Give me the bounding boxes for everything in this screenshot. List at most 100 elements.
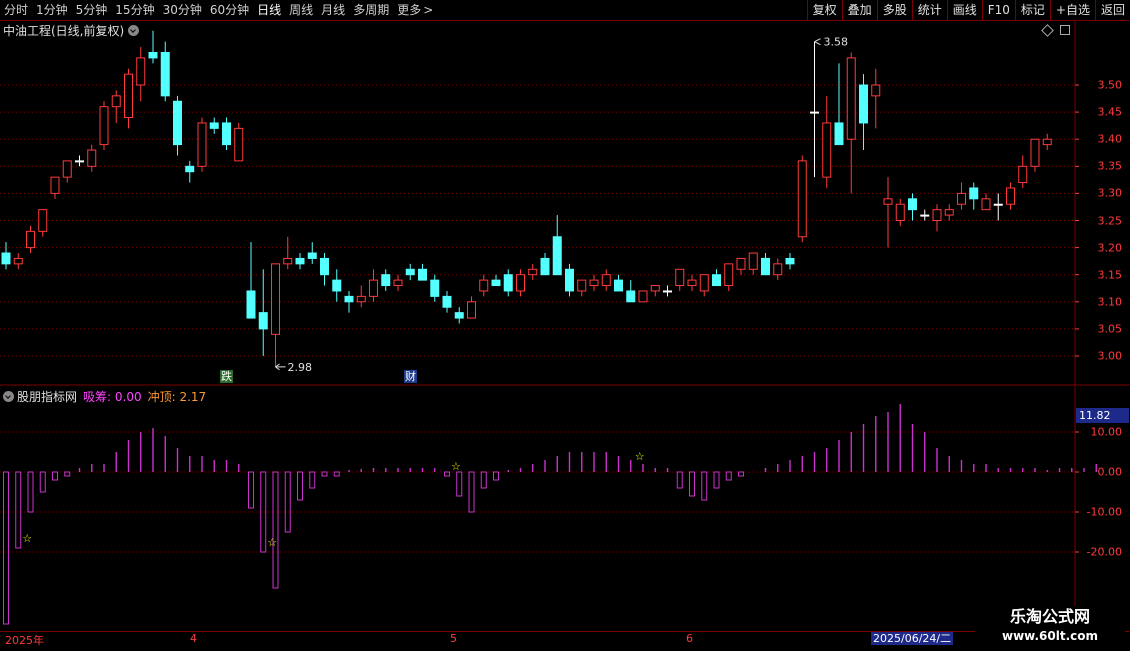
candle-body <box>712 274 721 287</box>
high-price-label: 3.58 <box>824 36 849 49</box>
candle-body <box>454 312 464 319</box>
candle-body <box>442 295 452 308</box>
candle-body <box>724 263 734 287</box>
candle-body <box>222 122 231 146</box>
low-arrow <box>275 363 286 371</box>
indicator-bar <box>456 471 463 497</box>
candle-body <box>932 209 942 222</box>
candle-body <box>944 209 954 216</box>
candle-body <box>246 290 256 319</box>
candle-body <box>197 122 207 167</box>
star-icon: ☆ <box>267 536 277 549</box>
candle-body <box>111 95 121 108</box>
indicator-bar <box>333 471 340 477</box>
candle-body <box>295 257 305 265</box>
candle-body <box>748 252 758 270</box>
candle-body <box>258 312 268 330</box>
candle-body <box>50 176 60 194</box>
indicator-tick-label: 10.00 <box>1090 425 1123 439</box>
candle-body <box>87 149 97 167</box>
candle-body <box>601 274 611 287</box>
candle-body <box>675 268 685 287</box>
price-tick-label: 3.45 <box>1097 105 1123 119</box>
candle-body <box>13 257 23 265</box>
candle-body <box>1030 138 1040 167</box>
indicator-bar <box>676 471 683 489</box>
candle-body <box>381 274 391 287</box>
indicator-name: 股朋指标网 <box>17 390 78 404</box>
price-tick-label: 3.50 <box>1097 78 1123 92</box>
candle-body <box>663 290 672 293</box>
chevron-down-icon[interactable] <box>3 391 14 402</box>
candle-body <box>810 111 819 114</box>
candle-body <box>552 236 562 276</box>
indicator-bar <box>468 471 475 513</box>
candle-body <box>761 257 770 276</box>
candle-body <box>356 295 366 303</box>
candle-body <box>491 279 501 287</box>
candle-body <box>797 160 807 238</box>
indicator-tick-label: -10.00 <box>1086 505 1122 519</box>
candle-body <box>699 274 709 292</box>
candle-body <box>1018 165 1028 184</box>
indicator-cd-value: 冲顶: 2.17 <box>147 390 207 404</box>
candle-body <box>62 160 72 178</box>
candle-body <box>638 290 648 303</box>
indicator-bar <box>701 471 708 501</box>
candle-body <box>1006 187 1015 205</box>
candle-body <box>834 122 844 146</box>
candle-body <box>785 257 795 265</box>
candle-body <box>173 100 182 146</box>
candle-body <box>75 160 84 163</box>
candle-body <box>503 274 513 292</box>
candle-body <box>185 165 195 173</box>
indicator-bar <box>297 471 303 501</box>
indicator-bar <box>272 471 279 589</box>
candle-body <box>650 285 660 292</box>
indicator-bar <box>321 471 328 477</box>
candle-body <box>565 268 574 292</box>
price-tick-label: 3.30 <box>1097 186 1123 200</box>
indicator-title: 股朋指标网 吸筹: 0.00 冲顶: 2.17 <box>3 388 206 405</box>
candle-body <box>393 279 403 287</box>
candle-body <box>124 73 133 119</box>
star-icon: ☆ <box>22 532 32 545</box>
candle-body <box>479 279 489 292</box>
price-tick-label: 3.05 <box>1097 322 1123 336</box>
indicator-tick-label: -20.00 <box>1086 545 1122 559</box>
candle-body <box>467 301 476 319</box>
indicator-bar <box>738 471 744 477</box>
candle-body <box>883 198 893 205</box>
candle-body <box>1042 138 1052 146</box>
candle-body <box>1 252 11 265</box>
indicator-bar <box>725 471 732 481</box>
price-tick-label: 3.25 <box>1097 214 1123 227</box>
candle-body <box>271 263 280 335</box>
candle-body <box>148 51 158 59</box>
date-label-month-5: 5 <box>450 632 457 645</box>
event-tag-cai[interactable]: 财 <box>404 370 417 383</box>
candle-body <box>369 279 378 297</box>
indicator-tick-label: 0.00 <box>1097 465 1123 479</box>
date-label-year: 2025年 <box>5 634 44 647</box>
candle-body <box>320 257 329 276</box>
candle-body <box>822 122 832 178</box>
watermark-logo: 乐淘公式网 www.60lt.com <box>975 606 1125 650</box>
indicator-bar <box>39 471 46 493</box>
candle-body <box>430 279 440 297</box>
event-tag-die[interactable]: 跌 <box>220 370 233 383</box>
candle-body <box>895 203 905 222</box>
candle-body <box>209 122 219 129</box>
price-tick-label: 3.40 <box>1097 132 1123 146</box>
candle-body <box>418 268 427 281</box>
candle-body <box>773 263 783 276</box>
kline-chart[interactable]: 3.58 2.98 ☆ ☆ ☆ ☆ <box>0 0 1130 650</box>
indicator-bar <box>444 471 450 477</box>
candle-body <box>307 252 317 259</box>
indicator-bar <box>52 471 58 481</box>
indicator-current-value: 11.82 <box>1076 408 1129 423</box>
indicator-bar <box>309 471 316 489</box>
candle-body <box>993 203 1003 206</box>
candle-body <box>589 279 599 287</box>
indicator-bar <box>284 471 291 533</box>
